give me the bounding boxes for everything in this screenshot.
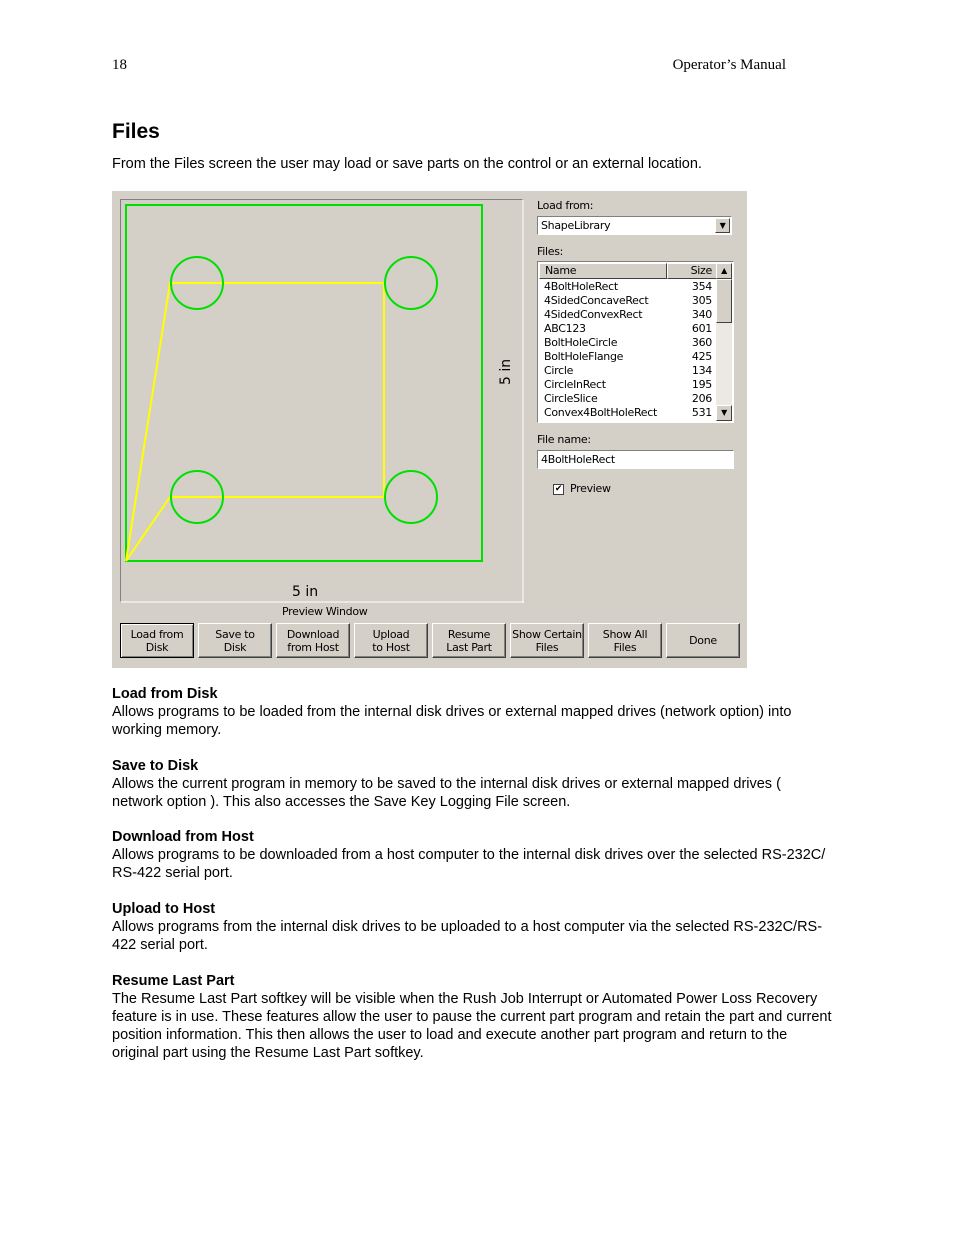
files-list[interactable]: Name Size 4BoltHoleRect 354 4SidedConcaveR… [537, 261, 734, 423]
description-load-from-disk: Load from Disk Allows programs to be loa… [112, 685, 832, 739]
download-from-host-button-label: Download from Host [286, 627, 340, 654]
part-outline [125, 204, 483, 562]
preview-window: 5 in 5 in [120, 199, 524, 603]
files-screen-screenshot: 5 in 5 in Preview Window Load from: Shap… [112, 191, 747, 668]
description-heading: Resume Last Part [112, 973, 235, 989]
file-name-cell: ABC123 [544, 322, 586, 335]
page-number: 18 [112, 57, 127, 73]
file-list-item[interactable]: Circle 134 [539, 364, 717, 378]
description-upload-to-host: Upload to Host Allows programs from the … [112, 900, 832, 954]
files-label: Files: [537, 245, 564, 258]
description-text: Allows the current program in memory to … [112, 776, 781, 810]
section-title: Files [112, 120, 160, 143]
save-to-disk-button[interactable]: Save to Disk [198, 623, 272, 658]
scroll-thumb[interactable] [716, 279, 732, 323]
resume-last-part-button[interactable]: Resume Last Part [432, 623, 506, 658]
manual-title: Operator’s Manual [672, 57, 786, 73]
description-text: Allows programs from the internal disk d… [112, 919, 823, 953]
file-list-item[interactable]: 4SidedConvexRect 340 [539, 308, 717, 322]
tool-path [125, 282, 385, 562]
file-list-item[interactable]: 4BoltHoleRect 354 [539, 280, 717, 294]
chevron-down-icon[interactable]: ▼ [715, 218, 730, 233]
file-list-item[interactable]: CircleSlice 206 [539, 392, 717, 406]
file-list-item[interactable]: BoltHoleFlange 425 [539, 350, 717, 364]
scroll-down-icon[interactable]: ▼ [716, 405, 732, 421]
description-resume-last-part: Resume Last Part The Resume Last Part so… [112, 972, 832, 1062]
preview-checkbox[interactable]: ✔ [553, 484, 564, 495]
save-to-disk-button-label: Save to Disk [215, 627, 255, 654]
show-all-files-button[interactable]: Show All Files [588, 623, 662, 658]
column-header-size[interactable]: Size [667, 263, 717, 279]
file-size-cell: 601 [691, 322, 712, 335]
description-heading: Upload to Host [112, 901, 216, 917]
load-from-value: ShapeLibrary [541, 219, 611, 232]
preview-drawing [120, 199, 524, 603]
show-certain-files-button[interactable]: Show Certain Files [510, 623, 584, 658]
file-size-cell: 305 [691, 294, 712, 307]
file-size-cell: 134 [691, 364, 712, 377]
file-name-field[interactable]: 4BoltHoleRect [537, 450, 734, 469]
bolt-hole-bottom-right [384, 470, 438, 524]
file-size-cell: 354 [691, 280, 712, 293]
file-size-cell: 531 [691, 406, 712, 419]
bolt-hole-top-right [384, 256, 438, 310]
description-text: The Resume Last Part softkey will be vis… [112, 991, 832, 1061]
width-dimension: 5 in [292, 584, 319, 600]
file-size-cell: 340 [691, 308, 712, 321]
file-size-cell: 425 [691, 350, 712, 363]
file-size-cell: 360 [691, 336, 712, 349]
intro-paragraph: From the Files screen the user may load … [112, 156, 702, 172]
show-all-files-button-label: Show All Files [602, 627, 648, 654]
description-download-from-host: Download from Host Allows programs to be… [112, 828, 832, 882]
file-name-label: File name: [537, 433, 591, 446]
file-name-cell: 4SidedConcaveRect [544, 294, 649, 307]
file-list-item[interactable]: 4SidedConcaveRect 305 [539, 294, 717, 308]
file-name-cell: CircleSlice [544, 392, 598, 405]
description-text: Allows programs to be loaded from the in… [112, 704, 792, 738]
files-list-scrollbar[interactable]: ▲ ▼ [716, 263, 732, 421]
files-list-rows: 4BoltHoleRect 354 4SidedConcaveRect 305 4Sid… [539, 280, 717, 420]
file-name-cell: 4SidedConvexRect [544, 308, 643, 321]
resume-last-part-button-label: Resume Last Part [446, 627, 492, 654]
download-from-host-button[interactable]: Download from Host [276, 623, 350, 658]
column-header-name[interactable]: Name [539, 263, 667, 279]
check-icon: ✔ [554, 484, 563, 494]
file-size-cell: 195 [691, 378, 712, 391]
description-text: Allows programs to be downloaded from a … [112, 847, 826, 881]
load-from-disk-button-label: Load from Disk [130, 627, 184, 654]
height-dimension: 5 in [498, 358, 514, 385]
file-name-cell: Circle [544, 364, 574, 377]
file-list-item[interactable]: ABC123 601 [539, 322, 717, 336]
show-certain-files-button-label: Show Certain Files [512, 627, 582, 654]
file-name-cell: BoltHoleCircle [544, 336, 618, 349]
load-from-dropdown[interactable]: ShapeLibrary ▼ [537, 216, 732, 235]
file-name-cell: CircleInRect [544, 378, 606, 391]
preview-checkbox-label[interactable]: Preview [570, 482, 611, 495]
upload-to-host-button[interactable]: Upload to Host [354, 623, 428, 658]
description-heading: Load from Disk [112, 686, 218, 702]
done-button-label: Done [689, 634, 717, 647]
description-heading: Download from Host [112, 829, 254, 845]
file-list-item[interactable]: Convex4BoltHoleRect 531 [539, 406, 717, 420]
file-list-item[interactable]: BoltHoleCircle 360 [539, 336, 717, 350]
description-save-to-disk: Save to Disk Allows the current program … [112, 757, 832, 811]
scroll-up-icon[interactable]: ▲ [716, 263, 732, 279]
description-heading: Save to Disk [112, 758, 199, 774]
upload-to-host-button-label: Upload to Host [372, 627, 410, 654]
file-name-value: 4BoltHoleRect [541, 453, 615, 466]
file-name-cell: 4BoltHoleRect [544, 280, 618, 293]
file-name-cell: Convex4BoltHoleRect [544, 406, 658, 419]
file-size-cell: 206 [691, 392, 712, 405]
files-list-header: Name Size [539, 263, 717, 279]
done-button[interactable]: Done [666, 623, 740, 658]
load-from-disk-button[interactable]: Load from Disk [120, 623, 194, 658]
file-name-cell: BoltHoleFlange [544, 350, 624, 363]
file-list-item[interactable]: CircleInRect 195 [539, 378, 717, 392]
preview-window-caption: Preview Window [282, 605, 368, 618]
load-from-label: Load from: [537, 199, 594, 212]
